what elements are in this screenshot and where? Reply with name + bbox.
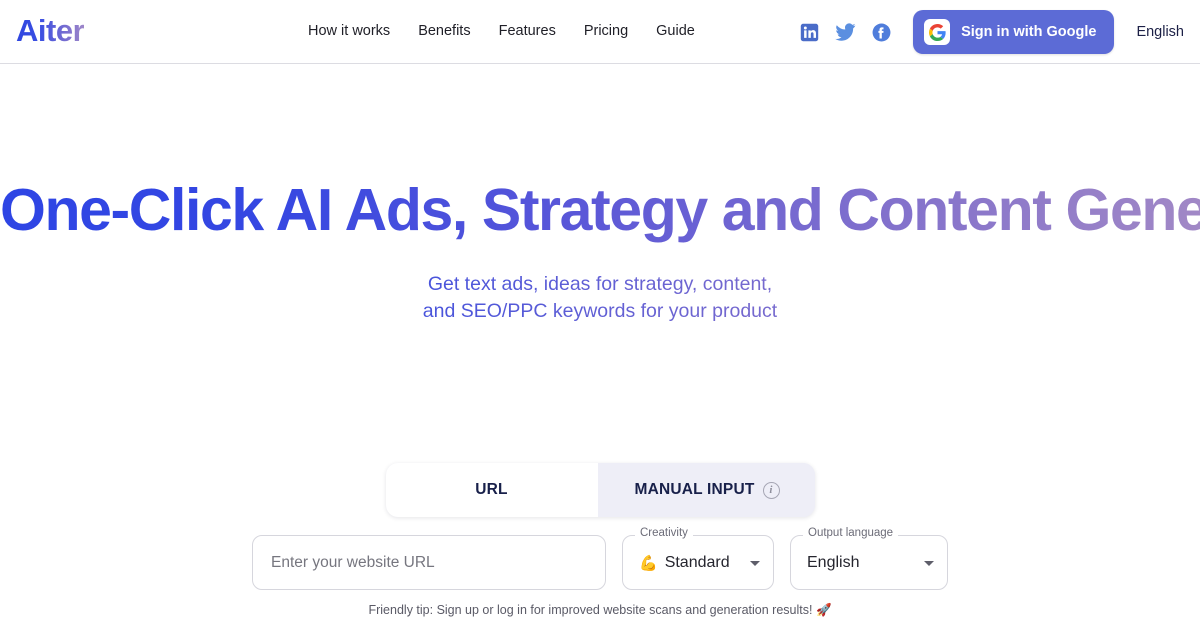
facebook-icon[interactable] [872, 23, 891, 42]
twitter-icon[interactable] [835, 22, 856, 42]
tab-manual-input-label: MANUAL INPUT [634, 481, 755, 499]
nav-item-features[interactable]: Features [499, 23, 556, 39]
muscle-icon: 💪 [639, 554, 658, 572]
brand-logo[interactable]: Aiter [16, 13, 85, 49]
nav-item-how-it-works[interactable]: How it works [308, 23, 390, 39]
sign-in-with-google-button[interactable]: Sign in with Google [913, 10, 1115, 54]
info-icon[interactable]: i [762, 481, 780, 499]
generator-form: Creativity 💪 Standard Output language En… [0, 528, 1200, 591]
nav-item-pricing[interactable]: Pricing [584, 23, 628, 39]
nav-item-benefits[interactable]: Benefits [418, 23, 470, 39]
tab-url-label: URL [475, 481, 508, 499]
tab-manual-input[interactable]: MANUAL INPUT i [597, 463, 815, 518]
google-button-label: Sign in with Google [961, 24, 1097, 40]
creativity-value-text: Standard [664, 553, 730, 571]
main-navigation: How it works Benefits Features Pricing G… [308, 23, 695, 39]
input-mode-tabs: URL MANUAL INPUT i [385, 463, 815, 518]
creativity-label: Creativity [635, 528, 693, 540]
language-switcher[interactable]: English [1136, 24, 1184, 40]
friendly-tip: Friendly tip: Sign up or log in for impr… [368, 603, 832, 618]
creativity-select[interactable]: Creativity 💪 Standard [622, 528, 774, 591]
chevron-down-icon[interactable] [924, 560, 934, 566]
header-actions: Sign in with Google English [800, 0, 1184, 64]
nav-item-guide[interactable]: Guide [656, 23, 695, 39]
google-g-icon [924, 19, 951, 45]
website-url-input[interactable] [252, 535, 606, 591]
hero-section: One-Click AI Ads, Strategy and Content G… [0, 64, 1200, 618]
page-subtitle: Get text ads, ideas for strategy, conten… [0, 243, 1200, 326]
subtitle-line-1: Get text ads, ideas for strategy, conten… [427, 272, 773, 295]
chevron-down-icon[interactable] [750, 560, 760, 566]
output-language-label: Output language [803, 528, 899, 540]
tab-url[interactable]: URL [385, 463, 598, 518]
subtitle-line-2: and SEO/PPC keywords for your product [422, 300, 778, 323]
site-header: Aiter How it works Benefits Features Pri… [0, 0, 1200, 64]
output-language-select[interactable]: Output language English [790, 528, 948, 591]
linkedin-icon[interactable] [800, 23, 819, 42]
social-links [800, 22, 891, 42]
page-title: One-Click AI Ads, Strategy and Content G… [0, 64, 1200, 243]
input-mode-tabs-wrapper: URL MANUAL INPUT i [0, 463, 1200, 518]
output-language-value: English [807, 553, 860, 571]
creativity-value: 💪 Standard [639, 554, 730, 572]
